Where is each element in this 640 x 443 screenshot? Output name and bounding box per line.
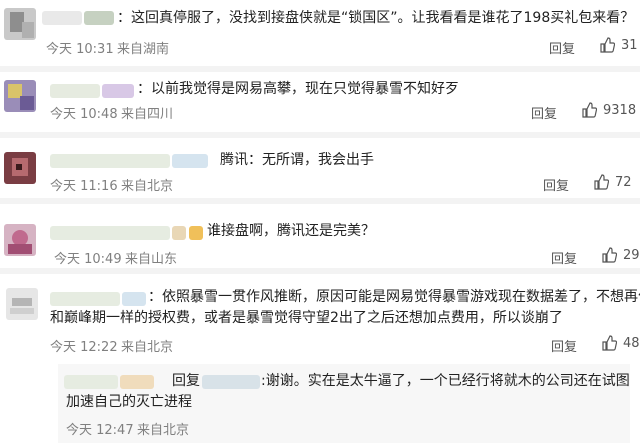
reply-button[interactable]: 回复 xyxy=(551,248,577,267)
comment-text: ：以前我觉得是网易高攀，现在只觉得暴雪不知好歹 xyxy=(137,81,459,97)
comment-text: ：这回真停服了，没找到接盘侠就是“锁国区”。让我看看是谁花了198买礼包来看？ xyxy=(117,10,635,26)
like-count: 31 xyxy=(621,37,638,53)
comment-source: 来自北京 xyxy=(121,340,174,355)
like-button[interactable]: 31 xyxy=(599,37,638,53)
username-blurred[interactable] xyxy=(84,11,114,25)
comment-time: 今天 10:49 xyxy=(54,252,122,267)
username-blurred[interactable] xyxy=(50,154,170,168)
avatar[interactable] xyxy=(4,8,36,40)
reply-source: 来自北京 xyxy=(137,423,190,438)
comment-card: 谁接盘啊，腾讯还是完美？ 今天 10:49 来自山东 回复 29 xyxy=(0,204,640,268)
username-blurred[interactable] xyxy=(64,375,118,389)
emoji-icon xyxy=(189,226,203,240)
thumbs-up-icon xyxy=(602,335,617,351)
comment-card: ：这回真停服了，没找到接盘侠就是“锁国区”。让我看看是谁花了198买礼包来看？ … xyxy=(0,0,640,66)
username-blurred[interactable] xyxy=(50,292,120,306)
reply-button[interactable]: 回复 xyxy=(531,103,557,122)
like-count: 29 xyxy=(623,247,640,263)
comment-text: 腾讯：无所谓，我会出手 xyxy=(220,152,374,168)
username-blurred[interactable] xyxy=(172,226,186,240)
comment-time: 今天 10:48 xyxy=(50,107,118,122)
reply-time: 今天 12:47 xyxy=(66,423,134,438)
comment-source: 来自四川 xyxy=(121,107,174,122)
reply-button[interactable]: 回复 xyxy=(549,38,575,57)
comment-time: 今天 10:31 xyxy=(46,42,114,57)
avatar[interactable] xyxy=(4,80,36,112)
username-blurred[interactable] xyxy=(50,84,100,98)
comment-time: 今天 12:22 xyxy=(50,340,118,355)
comment-text: 谁接盘啊，腾讯还是完美？ xyxy=(207,223,375,239)
username-blurred[interactable] xyxy=(50,226,170,240)
comment-card: ：依照暴雪一贯作风推断，原因可能是网易觉得暴雪游戏现在数据差了，不想再付 和巅峰… xyxy=(0,274,640,443)
reply-button[interactable]: 回复 xyxy=(551,336,577,355)
comment-text-line: 和巅峰期一样的授权费，或者是暴雪觉得守望2出了之后还想加点费用，所以谈崩了 xyxy=(50,310,563,326)
thumbs-up-icon xyxy=(582,102,597,118)
username-blurred[interactable] xyxy=(42,11,82,25)
comment-time: 今天 11:16 xyxy=(50,179,118,194)
avatar[interactable] xyxy=(4,224,36,256)
thumbs-up-icon xyxy=(602,247,617,263)
avatar[interactable] xyxy=(4,152,36,184)
comment-source: 来自山东 xyxy=(125,252,178,267)
comment-text-line: ：依照暴雪一贯作风推断，原因可能是网易觉得暴雪游戏现在数据差了，不想再付 xyxy=(148,289,640,305)
reply-text-line: :谢谢。实在是太牛逼了，一个已经行将就木的公司还在试图 xyxy=(261,373,630,389)
reply-text-line: 加速自己的灭亡进程 xyxy=(66,394,192,410)
like-button[interactable]: 9318 xyxy=(581,102,636,118)
like-button[interactable]: 48 xyxy=(601,335,640,351)
comment-source: 来自北京 xyxy=(121,179,174,194)
mention-blurred[interactable] xyxy=(202,375,260,389)
comment-source: 来自湖南 xyxy=(117,42,170,57)
like-button[interactable]: 29 xyxy=(601,247,640,263)
username-blurred[interactable] xyxy=(122,292,146,306)
thumbs-up-icon xyxy=(600,37,615,53)
like-count: 9318 xyxy=(603,102,637,118)
username-blurred[interactable] xyxy=(102,84,134,98)
comment-card: ：以前我觉得是网易高攀，现在只觉得暴雪不知好歹 今天 10:48 来自四川 回复… xyxy=(0,72,640,132)
nested-reply: 回复 :谢谢。实在是太牛逼了，一个已经行将就木的公司还在试图 加速自己的灭亡进程… xyxy=(58,364,630,443)
reply-button[interactable]: 回复 xyxy=(543,175,569,194)
comment-card: 腾讯：无所谓，我会出手 今天 11:16 来自北京 回复 72 xyxy=(0,138,640,198)
username-blurred[interactable] xyxy=(172,154,208,168)
like-button[interactable]: 72 xyxy=(593,174,632,190)
like-count: 48 xyxy=(623,335,640,351)
username-blurred[interactable] xyxy=(120,375,154,389)
thumbs-up-icon xyxy=(594,174,609,190)
reply-prefix: 回复 xyxy=(172,373,200,389)
avatar[interactable] xyxy=(6,288,38,320)
like-count: 72 xyxy=(615,174,632,190)
